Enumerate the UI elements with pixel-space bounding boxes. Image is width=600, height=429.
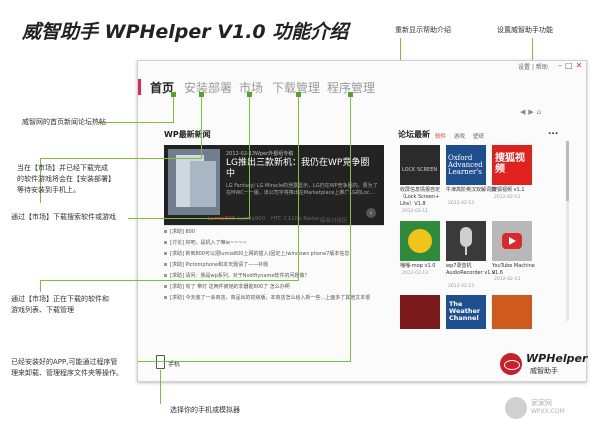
page-headline: 威智助手 WPHelper V1.0 功能介绍 xyxy=(22,21,349,43)
watermark-line2: WPXX.COM xyxy=(531,408,565,415)
annotation-market-list: 通过【市场】正在下载的软件和 游戏列表、下载管理 xyxy=(11,295,109,314)
list-item[interactable]: [求助] 新到800可以把lumia800上网的插入(固定上)windows p… xyxy=(164,250,374,257)
app-icon xyxy=(408,229,432,253)
brand-name: WPHelper xyxy=(526,352,588,365)
app-name[interactable]: YouTube Machine v1.6 xyxy=(492,263,542,277)
app-date: 2012-02-13 xyxy=(494,195,521,200)
list-item[interactable]: [求助] Pictomphone和本天题请了——补题 xyxy=(164,261,374,268)
microphone-icon xyxy=(460,227,472,247)
app-tile[interactable] xyxy=(446,221,486,261)
maximize-icon[interactable]: □ xyxy=(565,61,576,70)
annotation-settings: 设置威智助手功能 xyxy=(497,26,553,34)
hot-tab-wallpapers[interactable]: 壁纸 xyxy=(473,132,484,140)
minimize-icon[interactable]: – xyxy=(558,61,565,70)
more-icon[interactable]: ... xyxy=(548,127,558,137)
app-date: 2012-02-13 xyxy=(402,271,429,276)
annotation-market-search: 通过【市场】下载搜索软件或游戏 xyxy=(11,213,116,221)
app-tile[interactable] xyxy=(400,295,440,329)
featured-date: 2012-02-13Wper外都组专稿 xyxy=(226,151,294,157)
brand-logo-icon xyxy=(500,353,522,375)
list-item[interactable]: [讨论] 好吧，是机入了嘛ie~~~~ xyxy=(164,239,374,246)
annotation-device: 选择你的手机或模拟器 xyxy=(170,406,240,414)
app-date: 2012-02-13 xyxy=(448,284,475,289)
next-arrow-icon[interactable]: › xyxy=(366,208,376,218)
app-tile[interactable] xyxy=(400,221,440,261)
app-date: 2012-02-11 xyxy=(402,209,429,214)
home-icon[interactable]: ⌂ xyxy=(537,108,544,116)
app-name[interactable]: 搜狐视频 v1.1 xyxy=(492,187,542,194)
app-date: 2012-02-13 xyxy=(494,277,521,282)
hot-tab-software[interactable]: 软件 xyxy=(435,132,446,140)
tab-install[interactable]: 安装部署 xyxy=(184,79,232,96)
app-tile[interactable] xyxy=(492,221,532,261)
annotation-program-manage: 已经安装好的APP,可能通过程序管 理来卸载、管理程序文件夹等操作。 xyxy=(11,358,123,377)
watermark-logo-icon xyxy=(505,397,527,419)
wp-news-title: WP最新新闻 xyxy=(164,130,211,139)
list-item[interactable]: [求助] 请问：我是wp系列，对于Nodifiyname软件的问题做？ xyxy=(164,272,374,279)
scrollbar[interactable] xyxy=(566,141,569,321)
annotation-home: 威智网的首页新闻论坛热帖 xyxy=(22,118,106,126)
help-link[interactable]: 帮助 xyxy=(536,64,548,71)
watermark-line1: 家家网 xyxy=(531,399,552,407)
featured-news[interactable]: 2012-02-13Wper外都组专稿 LG推出三款新机：我仍在WP竞争圈中 L… xyxy=(164,145,384,225)
forum-list: [求助] 800 [讨论] 好吧，是机入了嘛ie~~~~ [求助] 新到800可… xyxy=(156,228,386,328)
hot-tab-games[interactable]: 游戏 xyxy=(454,132,465,140)
active-indicator xyxy=(138,79,141,95)
app-name[interactable]: 嘎嘎-mop v1.0 xyxy=(400,263,450,270)
annotation-install: 当在【市场】并已经下载完成 的软件游戏将会在【安装部署】 等待安装到手机上。 xyxy=(17,164,115,194)
forum-hot-title: 论坛最新 xyxy=(398,130,430,139)
list-item[interactable]: [求助] 今天装了一会商店，商品出的初级版，本商店怎么给入新一些...上面多了其… xyxy=(164,294,374,301)
settings-link[interactable]: 设置 xyxy=(518,64,530,71)
app-name[interactable]: 收屏信息情报自定（Lock Screen+ Lite）V1.8 xyxy=(400,187,450,208)
settings-help-links: 设置 | 帮助 xyxy=(518,64,548,71)
forum-tab-general[interactable]: 综合讨论区 xyxy=(320,216,348,224)
brand-subtitle: 威智助手 xyxy=(530,367,558,375)
list-item[interactable]: [求助] 800 xyxy=(164,228,374,235)
app-tile[interactable] xyxy=(492,295,532,329)
phone-icon[interactable] xyxy=(156,355,165,369)
close-icon[interactable]: ✕ xyxy=(576,61,586,70)
nav-buttons: ◀▶⌂ xyxy=(520,108,544,116)
window-controls: –□✕ xyxy=(558,61,585,70)
forward-icon[interactable]: ▶ xyxy=(528,108,536,116)
app-name[interactable]: wp7录音机AudioRecorder v1.9 xyxy=(446,263,496,277)
app-name[interactable]: 牛津高阶英汉双解词典 xyxy=(446,187,496,194)
app-tile[interactable]: Oxford Advanced Learner's xyxy=(446,145,486,185)
forum-tab-htc[interactable]: HTC C110e Radar xyxy=(271,216,319,222)
forum-tab-lumia800[interactable]: Lumia800 xyxy=(208,216,235,222)
app-tile[interactable]: 搜狐视频 xyxy=(492,145,532,185)
app-tile[interactable]: LOCK SCREEN xyxy=(400,145,440,185)
app-date: 2012-02-13 xyxy=(448,201,475,206)
list-item[interactable]: [求助] 有了 带灯 这两件被她的非器能800了 怎么办啊 xyxy=(164,283,374,290)
annotation-redisplay-help: 重新显示帮助介绍 xyxy=(395,26,451,34)
app-window: 设置 | 帮助 –□✕ 首页 安装部署 市场 下载管理 程序管理 ◀▶⌂ WP最… xyxy=(137,60,587,382)
forum-tab-lumia900[interactable]: Lumia900 xyxy=(238,216,265,222)
app-tile[interactable]: The Weather Channel xyxy=(446,295,486,329)
